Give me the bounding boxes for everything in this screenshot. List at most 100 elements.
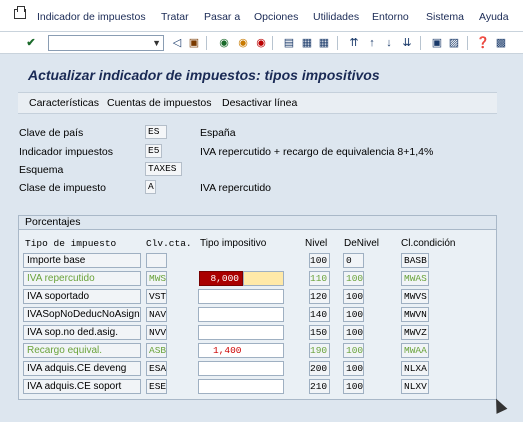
print-icon[interactable]: ▤: [282, 36, 296, 50]
account-key-cell: ESE: [146, 379, 167, 394]
condition-cell: MWVN: [401, 307, 429, 322]
from-level-cell: 100: [343, 379, 364, 394]
country-description: España: [200, 127, 236, 139]
col-from-level: DeNivel: [344, 238, 380, 249]
desactivar-linea-button[interactable]: Desactivar línea: [222, 97, 297, 109]
group-title: Porcentajes: [19, 216, 496, 230]
find-next-icon[interactable]: ▦: [317, 36, 331, 50]
from-level-cell: 100: [343, 271, 364, 286]
col-level: Nivel: [305, 238, 328, 249]
tax-type-cell: IVA adquis.CE soport: [23, 379, 141, 394]
condition-cell: MWVZ: [401, 325, 429, 340]
new-session-icon[interactable]: ▣: [430, 36, 444, 50]
command-field[interactable]: ▼: [48, 35, 164, 51]
menu-indicador[interactable]: Indicador de impuestos: [37, 11, 146, 23]
find-icon[interactable]: ▦: [300, 36, 314, 50]
tax-type-cell: IVA adquis.CE deveng: [23, 361, 141, 376]
cuentas-impuestos-button[interactable]: Cuentas de impuestos: [107, 97, 211, 109]
menu-entorno[interactable]: Entorno: [372, 11, 409, 23]
standard-toolbar: ✔ ▼ ◁ ▣ ◉ ◉ ◉ ▤ ▦ ▦ ⇈ ↑ ↓ ⇊ ▣ ▨ ❓ ▩: [0, 32, 523, 54]
condition-cell: MWAS: [401, 271, 429, 286]
back-green-icon[interactable]: ◉: [217, 36, 231, 50]
shortcut-icon[interactable]: ▨: [447, 36, 461, 50]
help-icon[interactable]: ❓: [476, 36, 490, 50]
condition-cell: NLXA: [401, 361, 429, 376]
level-cell: 120: [309, 289, 330, 304]
col-condition: Cl.condición: [401, 238, 456, 249]
from-level-cell: 100: [343, 343, 364, 358]
taxcode-description: IVA repercutido + recargo de equivalenci…: [200, 146, 434, 158]
next-page-icon[interactable]: ↓: [382, 36, 396, 50]
taxclass-label: Clase de impuesto: [19, 182, 106, 194]
level-cell: 110: [309, 271, 330, 286]
tax-type-cell: IVA sop.no ded.asig.: [23, 325, 141, 340]
tax-rate-input[interactable]: 8,000: [199, 271, 243, 286]
tax-rate-input[interactable]: [198, 289, 284, 304]
tax-type-cell: IVA repercutido: [23, 271, 141, 286]
menu-utilidades[interactable]: Utilidades: [313, 11, 359, 23]
tax-rate-input[interactable]: [198, 325, 284, 340]
from-level-cell: 0: [343, 253, 364, 268]
col-tax-rate: Tipo impositivo: [200, 238, 267, 249]
condition-cell: NLXV: [401, 379, 429, 394]
condition-cell: MWAA: [401, 343, 429, 358]
page-title: Actualizar indicador de impuestos: tipos…: [28, 67, 380, 83]
account-key-cell: NVV: [146, 325, 167, 340]
from-level-cell: 100: [343, 307, 364, 322]
level-cell: 200: [309, 361, 330, 376]
account-key-cell: MWS: [146, 271, 167, 286]
tax-type-cell: Importe base: [23, 253, 141, 268]
from-level-cell: 100: [343, 361, 364, 376]
enter-check-icon[interactable]: ✔: [24, 36, 38, 50]
schema-label: Esquema: [19, 164, 64, 176]
taxclass-field[interactable]: A: [145, 180, 156, 194]
tax-rate-input[interactable]: [198, 361, 284, 376]
account-key-cell: NAV: [146, 307, 167, 322]
level-cell: 190: [309, 343, 330, 358]
menu-sistema[interactable]: Sistema: [426, 11, 464, 23]
menu-tratar[interactable]: Tratar: [161, 11, 189, 23]
menu-pasar-a[interactable]: Pasar a: [204, 11, 240, 23]
layout-menu-icon[interactable]: ▩: [494, 36, 508, 50]
level-cell: 140: [309, 307, 330, 322]
caracteristicas-button[interactable]: Características: [29, 97, 99, 109]
condition-cell: BASB: [401, 253, 429, 268]
tax-type-cell: IVASopNoDeducNoAsign: [23, 307, 141, 322]
previous-page-icon[interactable]: ↑: [365, 36, 379, 50]
chevron-down-icon[interactable]: ▼: [152, 36, 161, 50]
condition-cell: MWVS: [401, 289, 429, 304]
mouse-cursor-icon: [490, 396, 508, 414]
tax-rate-input[interactable]: [198, 379, 284, 394]
col-tax-type: Tipo de impuesto: [25, 238, 117, 249]
menu-bar: Indicador de impuestos Tratar Pasar a Op…: [0, 0, 523, 32]
first-page-icon[interactable]: ⇈: [347, 36, 361, 50]
tax-rate-input[interactable]: [198, 307, 284, 322]
tax-rate-input[interactable]: 1,400: [198, 343, 284, 358]
last-page-icon[interactable]: ⇊: [400, 36, 414, 50]
schema-field[interactable]: TAXES: [145, 162, 182, 176]
country-label: Clave de país: [19, 127, 84, 139]
from-level-cell: 100: [343, 325, 364, 340]
level-cell: 150: [309, 325, 330, 340]
account-key-cell: ASB: [146, 343, 167, 358]
level-cell: 210: [309, 379, 330, 394]
account-key-cell: VST: [146, 289, 167, 304]
account-key-cell: ESA: [146, 361, 167, 376]
exit-icon[interactable]: ◉: [236, 36, 250, 50]
tax-type-cell: Recargo equival.: [23, 343, 141, 358]
account-key-cell: [146, 253, 167, 268]
level-cell: 100: [309, 253, 330, 268]
save-icon[interactable]: ▣: [187, 36, 201, 50]
taxcode-field[interactable]: E5: [145, 144, 162, 158]
menu-ayuda[interactable]: Ayuda: [479, 11, 509, 23]
back-icon[interactable]: ◁: [170, 36, 184, 50]
taxcode-label: Indicador impuestos: [19, 146, 113, 158]
taxclass-description: IVA repercutido: [200, 182, 272, 194]
window-menu-icon[interactable]: [14, 6, 26, 19]
country-field[interactable]: ES: [145, 125, 167, 139]
tax-rate-input-tail[interactable]: [243, 271, 284, 286]
cancel-icon[interactable]: ◉: [254, 36, 268, 50]
from-level-cell: 100: [343, 289, 364, 304]
tax-type-cell: IVA soportado: [23, 289, 141, 304]
menu-opciones[interactable]: Opciones: [254, 11, 298, 23]
